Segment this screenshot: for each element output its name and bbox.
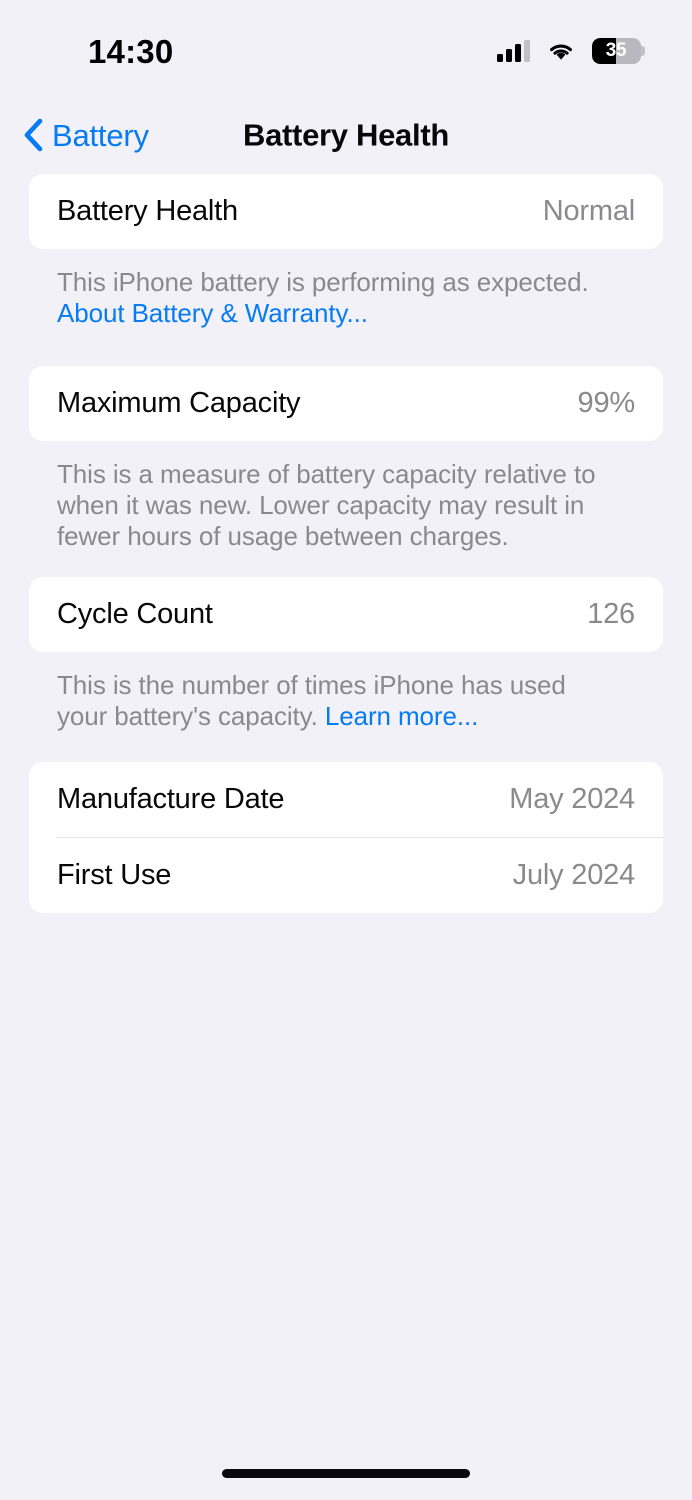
- row-value: May 2024: [509, 782, 635, 815]
- row-label: Manufacture Date: [57, 782, 285, 815]
- footnote-text: This is a measure of battery capacity re…: [57, 459, 596, 551]
- row-manufacture-date[interactable]: Manufacture Date May 2024: [29, 762, 663, 837]
- status-bar-time: 14:30: [88, 32, 174, 70]
- battery-percent-label: 35: [605, 40, 627, 61]
- status-bar: 14:30 35: [0, 0, 692, 96]
- row-label: Cycle Count: [57, 598, 213, 631]
- row-first-use[interactable]: First Use July 2024: [29, 838, 663, 913]
- row-label: First Use: [57, 858, 172, 891]
- section-battery-health: Battery Health Normal: [0, 174, 692, 249]
- row-maximum-capacity[interactable]: Maximum Capacity 99%: [29, 366, 663, 441]
- row-value: 99%: [577, 387, 636, 420]
- home-indicator[interactable]: [222, 1469, 470, 1478]
- footnote-battery-health: This iPhone battery is performing as exp…: [0, 267, 660, 328]
- battery-body: 35: [592, 38, 641, 64]
- section-maximum-capacity: Maximum Capacity 99%: [0, 366, 692, 442]
- card-battery-dates: Manufacture Date May 2024 First Use July…: [29, 761, 663, 913]
- card-maximum-capacity: Maximum Capacity 99%: [29, 366, 663, 442]
- row-label: Maximum Capacity: [57, 387, 301, 420]
- footnote-cycle-count: This is the number of times iPhone has u…: [0, 670, 660, 731]
- wifi-icon: [546, 40, 576, 62]
- row-battery-health[interactable]: Battery Health Normal: [29, 174, 663, 249]
- footnote-text: This is the number of times iPhone has u…: [57, 670, 566, 732]
- navigation-bar: Battery Battery Health: [0, 96, 692, 174]
- cellular-signal-icon: [497, 40, 530, 62]
- row-value: July 2024: [512, 858, 636, 891]
- section-battery-dates: Manufacture Date May 2024 First Use July…: [0, 761, 692, 913]
- footnote-maximum-capacity: This is a measure of battery capacity re…: [0, 459, 660, 551]
- row-value: Normal: [542, 195, 635, 227]
- card-cycle-count: Cycle Count 126: [29, 577, 663, 653]
- about-battery-warranty-link[interactable]: About Battery & Warranty...: [57, 298, 368, 328]
- battery-cap: [641, 46, 645, 56]
- row-cycle-count[interactable]: Cycle Count 126: [29, 577, 663, 652]
- row-value: 126: [587, 598, 635, 631]
- footnote-text: This iPhone battery is performing as exp…: [57, 267, 589, 297]
- settings-list: Battery Health Normal This iPhone batter…: [0, 174, 692, 913]
- learn-more-link[interactable]: Learn more...: [325, 701, 478, 731]
- status-bar-icons: 35: [497, 38, 645, 64]
- section-cycle-count: Cycle Count 126: [0, 577, 692, 653]
- page-title: Battery Health: [243, 117, 449, 153]
- card-battery-health: Battery Health Normal: [29, 174, 663, 249]
- row-label: Battery Health: [57, 195, 238, 227]
- battery-icon: 35: [592, 38, 645, 64]
